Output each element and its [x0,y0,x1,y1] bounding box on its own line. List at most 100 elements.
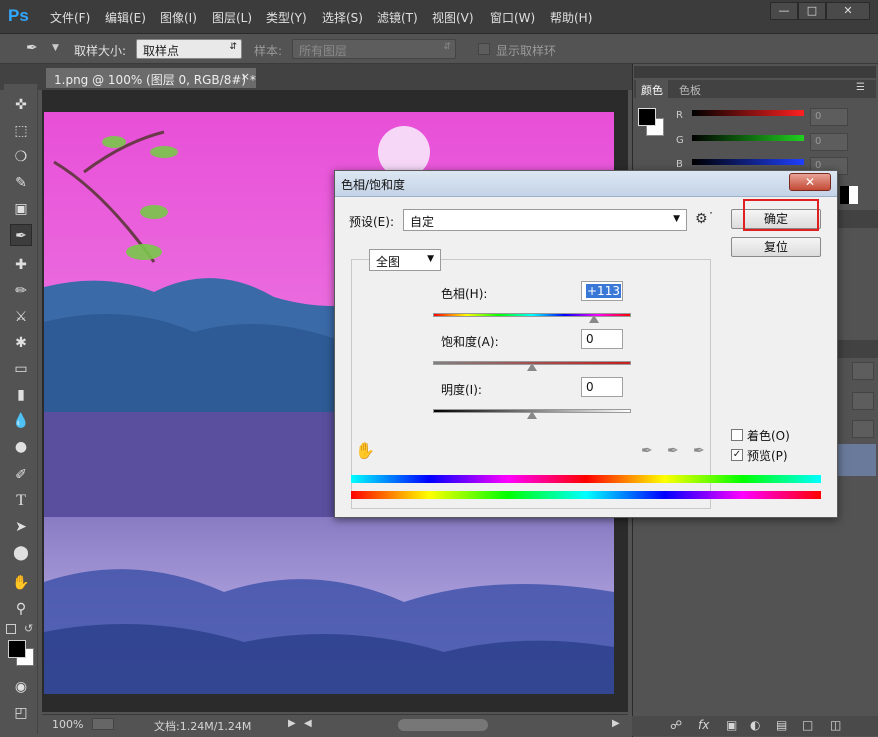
red-value-field[interactable]: 0 [810,108,848,126]
status-icon[interactable] [92,718,114,730]
menu-edit[interactable]: 编辑(E) [105,9,146,27]
targeted-adjust-hand-icon[interactable]: ✋ [355,441,375,460]
close-window-icon[interactable]: ✕ [826,2,870,20]
type-tool-icon[interactable]: T [10,490,32,512]
eyedropper-plus-icon[interactable]: ✒ [667,443,679,459]
color-ramp-swatch[interactable] [840,186,858,204]
menu-window[interactable]: 窗口(W) [490,9,535,27]
sample-select[interactable]: 所有图层 ⇵ [292,39,456,59]
menu-view[interactable]: 视图(V) [432,9,474,27]
foreground-color-swatch[interactable] [8,640,26,658]
reset-button[interactable]: 复位 [731,237,821,257]
document-info: 文档:1.24M/1.24M [154,720,252,733]
horizontal-scrollbar-thumb[interactable] [398,719,488,731]
hue-slider-track[interactable] [433,313,631,317]
layer-mask-icon[interactable]: ▣ [726,718,737,732]
opacity-select[interactable] [852,392,874,410]
menu-type[interactable]: 类型(Y) [266,9,307,27]
eyedropper-tool-icon[interactable]: ✒ [10,224,32,246]
clone-stamp-tool-icon[interactable]: ⚔ [10,306,32,328]
preview-checkbox[interactable]: ✓ [731,449,743,461]
preset-options-gear-icon[interactable]: ⚙˙ [695,211,715,227]
path-select-tool-icon[interactable]: ➤ [10,516,32,538]
sample-size-label: 取样大小: [74,44,127,58]
scroll-left-icon[interactable]: ◀ [304,718,312,729]
adjust-group-box [351,259,711,509]
close-tab-icon[interactable]: × [241,70,250,83]
range-select[interactable]: 全图 ▼ [369,249,441,271]
fill-select[interactable] [852,420,874,438]
lightness-slider-thumb[interactable] [527,411,537,419]
tool-preset-chevron-icon[interactable]: ▼ [52,43,59,53]
chevron-down-icon: ▼ [427,254,434,264]
colorize-label: 着色(O) [747,429,790,443]
green-value-field[interactable]: 0 [810,133,848,151]
swap-colors-icon[interactable]: ↺ [24,622,33,635]
move-tool-icon[interactable]: ✜ [10,94,32,116]
ellipse-tool-icon[interactable]: ⬤ [10,542,32,564]
default-colors-icon[interactable] [6,624,16,634]
sample-label: 样本: [254,44,283,58]
brush-tool-icon[interactable]: ✏ [10,280,32,302]
quick-select-tool-icon[interactable]: ✎ [10,172,32,194]
group-folder-icon[interactable]: ▤ [776,718,787,732]
panel-foreground-swatch[interactable] [638,108,656,126]
eyedropper-icon[interactable]: ✒ [641,443,653,459]
red-slider[interactable] [692,110,804,116]
hand-tool-icon[interactable]: ✋ [10,572,32,594]
menu-filter[interactable]: 滤镜(T) [377,9,418,27]
gradient-tool-icon[interactable]: ▮ [10,384,32,406]
trash-icon[interactable]: ◫ [830,718,841,732]
marquee-tool-icon[interactable]: ⬚ [10,120,32,142]
history-brush-tool-icon[interactable]: ✱ [10,332,32,354]
channel-label: R [676,110,683,121]
adjusted-color-bar [351,475,821,483]
menu-image[interactable]: 图像(I) [160,9,197,27]
hue-slider-thumb[interactable] [589,315,600,323]
dialog-title-bar[interactable]: 色相/饱和度 [335,171,837,197]
layer-row-selected[interactable] [838,444,876,476]
link-layers-icon[interactable]: ☍ [670,718,682,732]
saturation-slider-thumb[interactable] [527,363,537,371]
blend-mode-select[interactable] [852,362,874,380]
document-tab[interactable]: 1.png @ 100% (图层 0, RGB/8#) * × [46,68,256,88]
pen-tool-icon[interactable]: ✐ [10,464,32,486]
hue-input[interactable]: +113 [581,281,623,301]
maximize-icon[interactable]: □ [798,2,826,20]
zoom-level[interactable]: 100% [52,718,83,731]
new-layer-icon[interactable]: □ [802,718,813,732]
status-bar: 100% 文档:1.24M/1.24M ▶ ◀ ▶ [42,714,628,734]
crop-tool-icon[interactable]: ▣ [10,198,32,220]
colorize-checkbox[interactable] [731,429,743,441]
preset-select[interactable]: 自定 ▼ [403,209,687,231]
fx-icon[interactable]: fx [698,718,709,732]
eyedropper-tool-icon[interactable]: ✒ [26,40,44,58]
dialog-close-icon[interactable]: ✕ [789,173,831,191]
menu-layer[interactable]: 图层(L) [212,9,252,27]
show-ring-checkbox[interactable] [478,43,490,55]
healing-brush-tool-icon[interactable]: ✚ [10,254,32,276]
lightness-input[interactable]: 0 [581,377,623,397]
minimize-icon[interactable]: — [770,2,798,20]
zoom-tool-icon[interactable]: ⚲ [10,598,32,620]
tab-color[interactable]: 颜色 [636,80,668,98]
green-slider[interactable] [692,135,804,141]
panel-menu-icon[interactable]: ☰ [856,82,865,93]
sample-size-select[interactable]: 取样点 ⇵ [136,39,242,59]
menu-select[interactable]: 选择(S) [322,9,363,27]
scroll-right-icon[interactable]: ▶ [612,718,620,729]
status-menu-arrow-icon[interactable]: ▶ [288,718,296,729]
blue-slider[interactable] [692,159,804,165]
screen-mode-icon[interactable]: ◰ [10,702,32,724]
saturation-input[interactable]: 0 [581,329,623,349]
dodge-tool-icon[interactable]: ● [10,436,32,458]
eyedropper-minus-icon[interactable]: ✒ [693,443,705,459]
blur-tool-icon[interactable]: 💧 [10,410,32,432]
lasso-tool-icon[interactable]: ❍ [10,146,32,168]
quick-mask-icon[interactable]: ◉ [10,676,32,698]
adjustment-layer-icon[interactable]: ◐ [750,718,760,732]
eraser-tool-icon[interactable]: ▭ [10,358,32,380]
menu-file[interactable]: 文件(F) [50,9,90,27]
menu-help[interactable]: 帮助(H) [550,9,592,27]
tab-swatches[interactable]: 色板 [674,80,706,98]
